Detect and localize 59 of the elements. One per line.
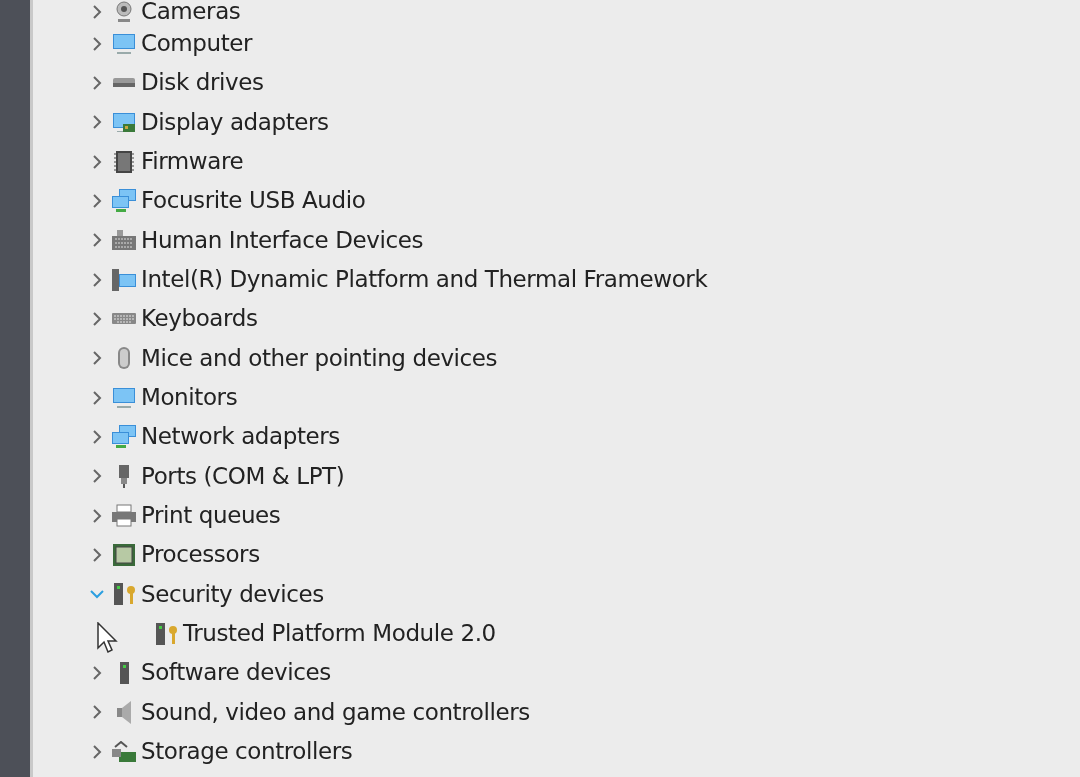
chevron-icon[interactable] [92, 508, 102, 523]
tree-item-label[interactable]: Human Interface Devices [141, 227, 423, 253]
tree-item-label[interactable]: Sound, video and game controllers [141, 699, 530, 725]
tree-item-label[interactable]: Mice and other pointing devices [141, 345, 498, 371]
tree-item-label[interactable]: Ports (COM & LPT) [141, 463, 345, 489]
tree-item-label[interactable]: Trusted Platform Module 2.0 [183, 620, 496, 647]
keyboard-icon [112, 230, 136, 251]
chevron-icon[interactable] [92, 390, 102, 405]
chevron-icon[interactable] [92, 311, 102, 326]
chevron-icon[interactable] [92, 547, 102, 562]
mouse-icon [118, 347, 130, 370]
chevron-icon[interactable] [92, 744, 102, 759]
tree-item-label[interactable]: Intel(R) Dynamic Platform and Thermal Framework [141, 267, 708, 293]
security-key-icon [155, 622, 177, 645]
monitor-icon [113, 387, 135, 408]
chevron-icon[interactable] [92, 154, 102, 169]
speaker-icon [117, 700, 131, 724]
chevron-icon[interactable] [92, 429, 102, 444]
chevron-icon[interactable] [92, 115, 102, 130]
tree-item-label[interactable]: Software devices [141, 660, 331, 686]
storage-controller-icon [112, 741, 136, 763]
tree-item-label[interactable]: Firmware [141, 149, 244, 175]
tree-item-label[interactable]: Security devices [141, 581, 324, 607]
display-adapter-icon [113, 112, 135, 132]
network-icon [112, 189, 136, 213]
tree-item-label[interactable]: Network adapters [141, 424, 340, 450]
security-key-icon [113, 583, 135, 606]
plug-icon [119, 464, 129, 488]
chevron-icon[interactable] [92, 272, 102, 287]
monitor-icon [113, 33, 135, 54]
printer-icon [112, 504, 136, 528]
chevron-icon[interactable] [92, 233, 102, 248]
tree-item-label[interactable]: Focusrite USB Audio [141, 188, 366, 214]
keyboard-icon [112, 313, 136, 325]
chevron-icon[interactable] [90, 589, 104, 600]
camera-icon [116, 1, 132, 23]
tree-item-label[interactable]: Disk drives [141, 70, 264, 96]
tree-item-label[interactable]: Computer [141, 31, 253, 57]
chevron-icon[interactable] [92, 351, 102, 366]
tree-item-label[interactable]: Processors [141, 542, 260, 568]
tree-item-label[interactable]: Print queues [141, 502, 281, 529]
chevron-icon[interactable] [92, 5, 102, 19]
chevron-icon[interactable] [92, 705, 102, 720]
chip-icon [114, 150, 134, 173]
computer-icon [112, 268, 136, 291]
chevron-icon[interactable] [92, 665, 102, 680]
disk-drive-icon [113, 78, 135, 88]
chevron-icon[interactable] [92, 76, 102, 90]
tree-item-label[interactable]: Monitors [141, 384, 238, 411]
tree-item-label[interactable]: Display adapters [141, 109, 329, 135]
network-icon [112, 425, 136, 449]
processor-icon [113, 543, 135, 566]
tree-item-label[interactable]: Keyboards [141, 306, 258, 332]
chevron-icon[interactable] [92, 469, 102, 484]
tree-item-label[interactable]: Storage controllers [141, 738, 353, 765]
tower-icon [119, 661, 129, 684]
tree-item-label[interactable]: Cameras [141, 0, 241, 25]
chevron-icon[interactable] [92, 36, 102, 51]
chevron-icon[interactable] [92, 193, 102, 208]
